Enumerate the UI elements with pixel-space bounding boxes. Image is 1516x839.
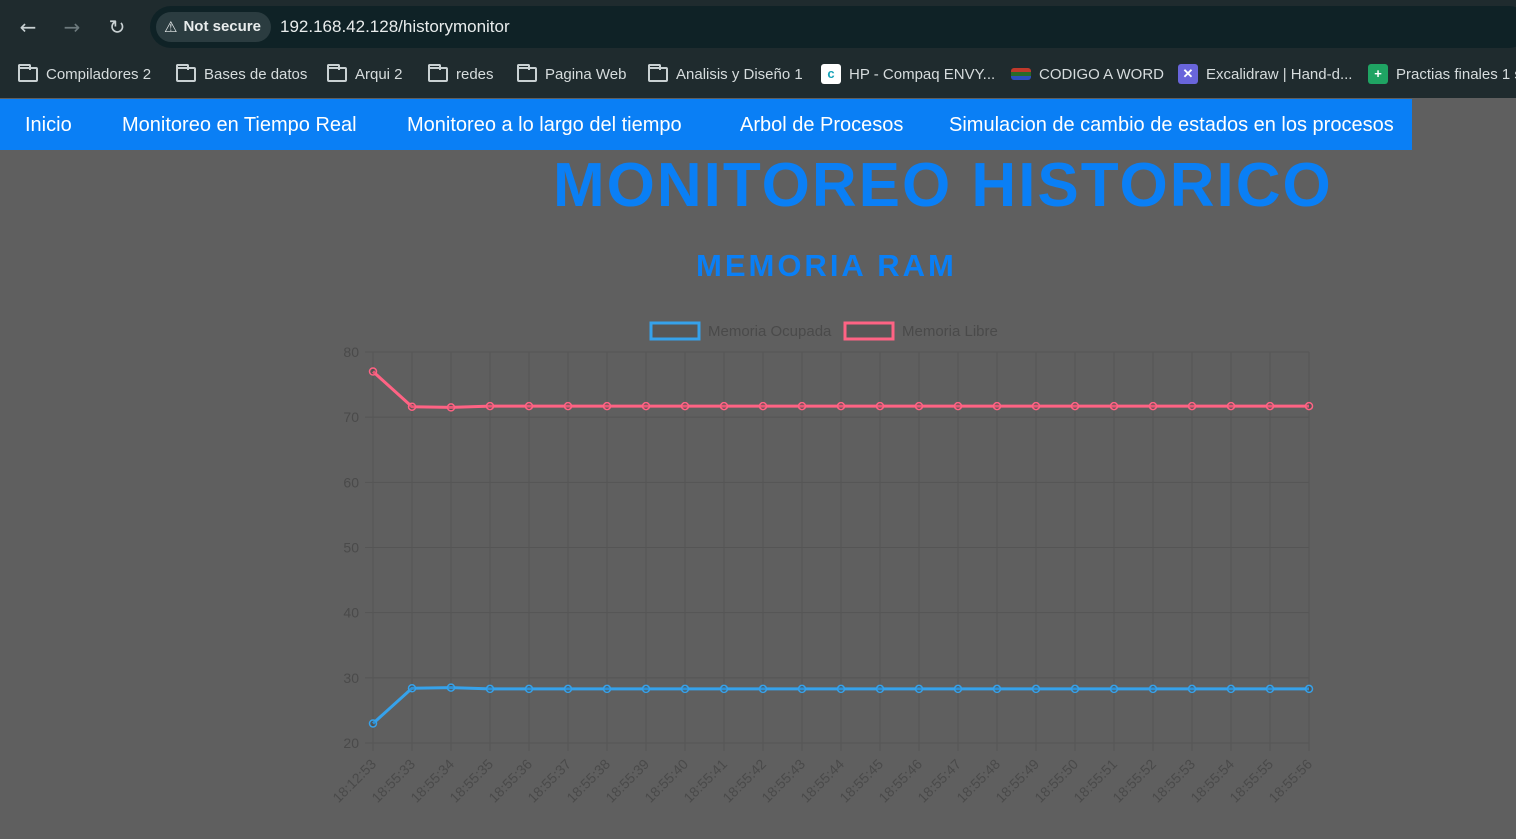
y-tick-label: 40 xyxy=(343,605,359,621)
data-point xyxy=(524,684,534,694)
data-point xyxy=(641,401,651,411)
data-point xyxy=(602,684,612,694)
data-point xyxy=(914,401,924,411)
data-point xyxy=(407,402,417,411)
data-point xyxy=(1304,684,1314,694)
x-tick-label: 18:55:56 xyxy=(1265,756,1315,806)
y-tick-label: 70 xyxy=(343,409,359,425)
data-point xyxy=(446,683,456,692)
data-point xyxy=(524,401,534,411)
data-point xyxy=(719,684,729,694)
data-point xyxy=(485,401,495,411)
legend-swatch xyxy=(649,321,701,341)
data-point xyxy=(1187,684,1197,694)
data-point xyxy=(602,401,612,411)
data-point xyxy=(758,684,768,694)
data-point xyxy=(1226,684,1236,694)
data-point xyxy=(992,684,1002,694)
y-tick-label: 30 xyxy=(343,670,359,686)
data-point xyxy=(407,684,417,693)
y-tick-label: 80 xyxy=(343,344,359,360)
data-point xyxy=(1148,401,1158,411)
y-tick-label: 50 xyxy=(343,540,359,556)
data-point xyxy=(1187,401,1197,411)
data-point xyxy=(1304,401,1314,411)
data-point xyxy=(1226,401,1236,411)
legend-label: Memoria Ocupada xyxy=(708,323,832,340)
data-point xyxy=(485,684,495,694)
data-point xyxy=(836,684,846,694)
data-point xyxy=(563,684,573,694)
data-point xyxy=(953,684,963,694)
data-point xyxy=(836,401,846,411)
data-point xyxy=(368,719,378,728)
data-point xyxy=(1265,684,1275,694)
data-point xyxy=(680,401,690,411)
data-point xyxy=(641,684,651,694)
data-point xyxy=(1031,401,1041,411)
data-point xyxy=(758,401,768,411)
data-point xyxy=(1148,684,1158,694)
data-point xyxy=(1109,401,1119,411)
data-point xyxy=(1265,401,1275,411)
data-point xyxy=(992,401,1002,411)
data-point xyxy=(875,684,885,694)
y-tick-label: 60 xyxy=(343,474,359,490)
data-point xyxy=(563,401,573,411)
data-point xyxy=(719,401,729,411)
memory-line-chart: 2030405060708018:12:5318:55:3318:55:3418… xyxy=(329,321,1315,806)
data-point xyxy=(1031,684,1041,694)
data-point xyxy=(875,401,885,411)
data-point xyxy=(1070,401,1080,411)
data-point xyxy=(797,401,807,411)
legend-label: Memoria Libre xyxy=(902,323,998,340)
y-tick-label: 20 xyxy=(343,735,359,751)
legend-swatch xyxy=(843,321,895,341)
data-point xyxy=(446,403,456,412)
data-point xyxy=(797,684,807,694)
data-point xyxy=(953,401,963,411)
data-point xyxy=(368,367,378,376)
data-point xyxy=(680,684,690,694)
data-point xyxy=(914,684,924,694)
data-point xyxy=(1070,684,1080,694)
data-point xyxy=(1109,684,1119,694)
